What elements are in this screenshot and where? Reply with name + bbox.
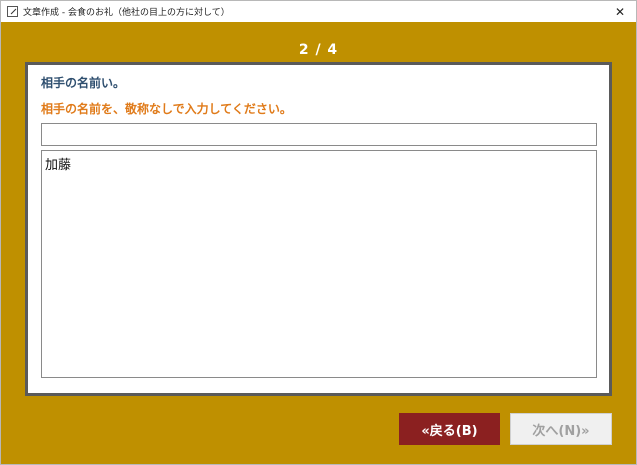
field-heading: 相手の名前い。: [41, 76, 126, 90]
title-bar: 文章作成 - 会食のお礼（他社の目上の方に対して） ✕: [1, 1, 636, 22]
back-button[interactable]: «戻る(B): [399, 413, 500, 445]
step-indicator: 2 / 4: [298, 42, 339, 58]
app-edit-icon: [7, 6, 18, 17]
app-window: 文章作成 - 会食のお礼（他社の目上の方に対して） ✕ 2 / 4 相手の名前い…: [0, 0, 637, 465]
name-textarea[interactable]: 加藤: [41, 150, 597, 378]
window-title: 文章作成 - 会食のお礼（他社の目上の方に対して）: [23, 8, 230, 18]
next-button[interactable]: 次へ(N)»: [510, 413, 612, 445]
wizard-content: 2 / 4 相手の名前い。 相手の名前を、敬称なしで入力してください。 加藤 «…: [1, 22, 636, 464]
field-instruction: 相手の名前を、敬称なしで入力してください。: [41, 102, 292, 116]
name-input[interactable]: [41, 123, 597, 146]
close-icon[interactable]: ✕: [604, 1, 636, 22]
form-panel: 相手の名前い。 相手の名前を、敬称なしで入力してください。 加藤: [25, 62, 612, 396]
